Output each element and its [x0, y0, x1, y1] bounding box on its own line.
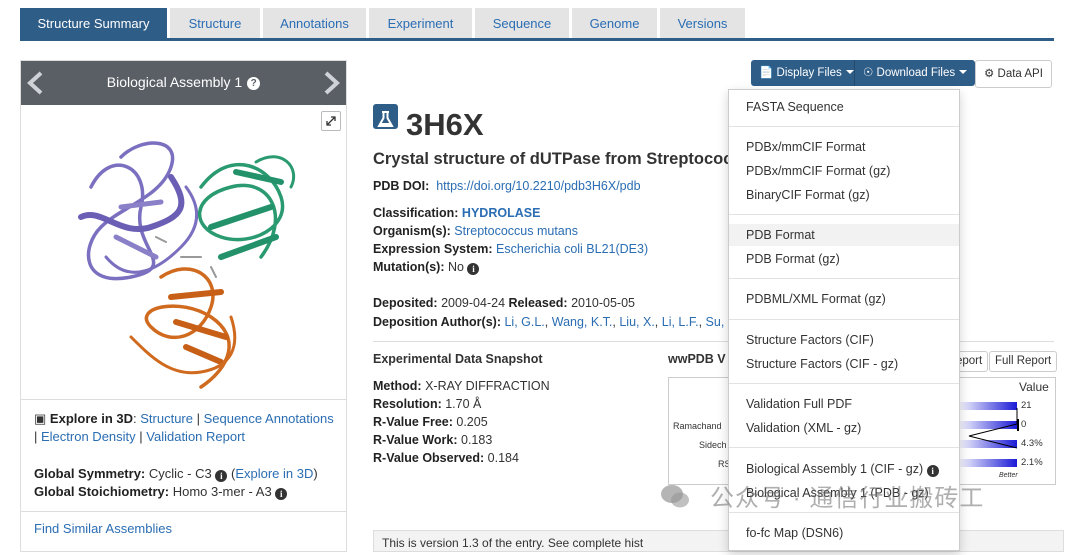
menu-item-biological-assembly-cif-gz[interactable]: Biological Assembly 1 (CIF - gz) i	[729, 458, 959, 480]
carousel-title: Biological Assembly 1?	[21, 74, 346, 90]
entry-id: 3H6X	[373, 104, 484, 143]
menu-divider	[729, 126, 959, 127]
menu-item-structure-factors-cif-gz[interactable]: Structure Factors (CIF - gz)	[729, 353, 959, 375]
divider	[21, 511, 346, 512]
menu-item-fo-fc-map[interactable]: fo-fc Map (DSN6)	[729, 522, 959, 544]
global-symmetry-value: Cyclic - C3	[148, 466, 212, 481]
better-label: Better	[999, 472, 1018, 479]
molecule-3d-view[interactable]	[61, 107, 321, 407]
tab-experiment[interactable]: Experiment	[369, 8, 472, 39]
file-icon: 📄	[759, 67, 774, 79]
gear-icon: ⚙	[984, 68, 995, 80]
metric-value: 0	[1021, 419, 1027, 430]
help-icon[interactable]: ?	[247, 77, 261, 90]
link-validation-report[interactable]: Validation Report	[146, 429, 245, 444]
download-files-button[interactable]: ☉ Download Files	[854, 60, 976, 86]
global-symmetry-label: Global Symmetry:	[34, 466, 146, 481]
value-header: Value	[1019, 380, 1049, 394]
menu-divider	[729, 447, 959, 448]
info-icon[interactable]: i	[467, 263, 480, 275]
link-structure[interactable]: Structure	[140, 411, 193, 426]
metric-label: Sidech	[699, 440, 727, 450]
carousel-header: Biological Assembly 1?	[21, 61, 346, 105]
menu-divider	[729, 383, 959, 384]
info-icon[interactable]: i	[275, 488, 288, 500]
doi-line: PDB DOI: https://doi.org/10.2210/pdb3H6X…	[373, 179, 641, 193]
author-link[interactable]: Wang, K.T.	[552, 315, 613, 329]
data-api-button[interactable]: ⚙ Data API	[975, 60, 1052, 88]
find-similar-assemblies-link[interactable]: Find Similar Assemblies	[34, 521, 172, 536]
classification-link[interactable]: HYDROLASE	[462, 206, 540, 220]
metric-value: 2.1%	[1021, 457, 1043, 468]
menu-divider	[729, 278, 959, 279]
authors-line: Deposition Author(s): Li, G.L., Wang, K.…	[373, 315, 725, 329]
author-link[interactable]: Li, G.L.	[504, 315, 544, 329]
organism-link[interactable]: Streptococcus mutans	[454, 224, 578, 238]
tab-structure[interactable]: Structure	[170, 8, 260, 39]
symmetry-info: Global Symmetry: Cyclic - C3 i (Explore …	[34, 466, 318, 500]
expression-line: Expression System: Escherichia coli BL21…	[373, 242, 649, 256]
metric-label: Ramachand	[673, 421, 722, 431]
doi-link[interactable]: https://doi.org/10.2210/pdb3H6X/pdb	[436, 179, 640, 193]
tab-genome[interactable]: Genome	[572, 8, 657, 39]
metric-value: 4.3%	[1021, 438, 1043, 449]
menu-item-pdbx-mmcif-gz[interactable]: PDBx/mmCIF Format (gz)	[729, 160, 959, 182]
info-icon[interactable]: i	[926, 465, 939, 477]
snapshot-title: Experimental Data Snapshot	[373, 352, 543, 366]
link-explore-in-3d[interactable]: Explore in 3D	[235, 466, 313, 481]
link-sequence-annotations[interactable]: Sequence Annotations	[204, 411, 334, 426]
assembly-panel: Biological Assembly 1? ▣ Explore in 3D: …	[20, 60, 347, 552]
menu-item-validation-xml-gz[interactable]: Validation (XML - gz)	[729, 417, 959, 439]
snapshot-row: Resolution: 1.70 Å	[373, 397, 482, 411]
percentile-line	[968, 408, 1018, 449]
tab-sequence[interactable]: Sequence	[475, 8, 569, 39]
validation-title: wwPDB V	[668, 352, 726, 366]
snapshot-row: R-Value Work: 0.183	[373, 433, 493, 447]
menu-item-pdbx-mmcif[interactable]: PDBx/mmCIF Format	[729, 136, 959, 158]
tab-underline	[20, 38, 1054, 41]
menu-divider	[729, 319, 959, 320]
tab-versions[interactable]: Versions	[660, 8, 745, 39]
watermark-text: 公众号 · 通信行业搬砖工	[710, 485, 985, 512]
metric-value: 21	[1021, 400, 1032, 411]
explore-3d-links: ▣ Explore in 3D: Structure | Sequence An…	[34, 411, 334, 444]
snapshot-row: Method: X-RAY DIFFRACTION	[373, 379, 550, 393]
menu-item-pdb-format-gz[interactable]: PDB Format (gz)	[729, 248, 959, 270]
wechat-icon	[661, 485, 689, 508]
explore-label: Explore in 3D	[49, 411, 133, 426]
mutation-line: Mutation(s): No i	[373, 260, 480, 275]
tab-structure-summary[interactable]: Structure Summary	[20, 8, 167, 39]
tab-annotations[interactable]: Annotations	[263, 8, 366, 39]
download-icon: ☉	[863, 67, 874, 79]
divider	[21, 399, 346, 400]
cube-icon: ▣	[34, 411, 47, 426]
menu-item-binarycif-gz[interactable]: BinaryCIF Format (gz)	[729, 184, 959, 206]
menu-item-pdbml-xml-gz[interactable]: PDBML/XML Format (gz)	[729, 288, 959, 310]
version-notice: This is version 1.3 of the entry. See co…	[373, 530, 1064, 552]
author-link[interactable]: Li, L.F.	[662, 315, 699, 329]
chevron-right-icon[interactable]	[320, 71, 342, 95]
expression-link[interactable]: Escherichia coli BL21(DE3)	[496, 242, 648, 256]
classification-line: Classification: HYDROLASE	[373, 206, 541, 220]
organism-line: Organism(s): Streptococcus mutans	[373, 224, 578, 238]
snapshot-row: R-Value Observed: 0.184	[373, 451, 519, 465]
global-stoichiometry-label: Global Stoichiometry:	[34, 484, 170, 499]
entry-title: Crystal structure of dUTPase from Strept…	[373, 150, 742, 168]
menu-item-structure-factors-cif[interactable]: Structure Factors (CIF)	[729, 329, 959, 351]
menu-item-fasta-sequence[interactable]: FASTA Sequence	[729, 96, 959, 118]
link-electron-density[interactable]: Electron Density	[41, 429, 136, 444]
snapshot-row: R-Value Free: 0.205	[373, 415, 488, 429]
expand-icon[interactable]	[321, 111, 341, 131]
full-report-button[interactable]: Full Report	[989, 351, 1058, 372]
global-stoichiometry-value: Homo 3-mer - A3	[172, 484, 272, 499]
dates-line: Deposited: 2009-04-24 Released: 2010-05-…	[373, 296, 636, 310]
info-icon[interactable]: i	[215, 470, 228, 482]
display-files-button[interactable]: 📄 Display Files	[751, 60, 862, 86]
flask-icon	[373, 104, 398, 129]
menu-item-validation-full-pdf[interactable]: Validation Full PDF	[729, 393, 959, 415]
menu-item-pdb-format[interactable]: PDB Format	[729, 224, 959, 246]
author-link[interactable]: Liu, X.	[619, 315, 654, 329]
menu-divider	[729, 214, 959, 215]
author-link[interactable]: Su,	[706, 315, 725, 329]
